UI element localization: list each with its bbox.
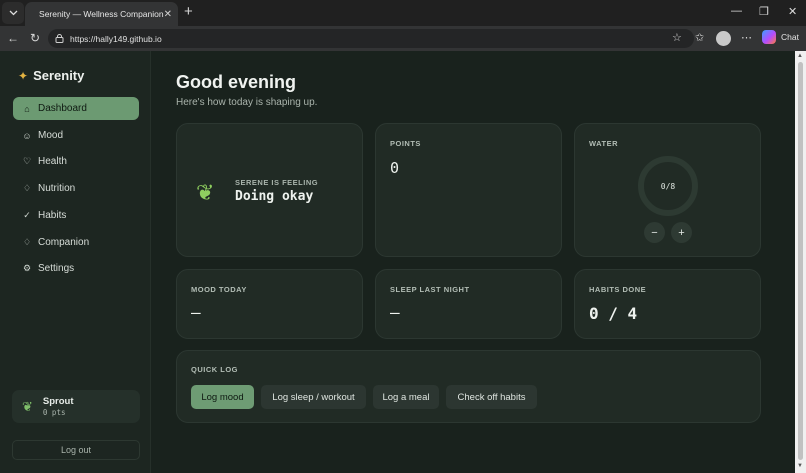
sleep-label: SLEEP LAST NIGHT: [390, 285, 470, 294]
page-subtitle: Here's how today is shaping up.: [176, 97, 318, 108]
more-options-icon[interactable]: ⋯: [741, 32, 752, 44]
scroll-up-icon[interactable]: ▲: [797, 53, 803, 59]
drop-icon: ♢: [22, 237, 32, 247]
points-card: POINTS 0: [375, 123, 562, 257]
water-count: 0/8: [660, 181, 676, 191]
brand[interactable]: ✦ Serenity: [18, 68, 84, 83]
water-label: WATER: [589, 139, 619, 148]
quick-log-label: QUICK LOG: [191, 365, 238, 374]
sidebar-item-label: Habits: [38, 210, 67, 221]
water-decrement-button[interactable]: −: [644, 222, 665, 243]
close-tab-icon[interactable]: ✕: [164, 9, 172, 20]
points-label: POINTS: [390, 139, 421, 148]
sidebar-item-health[interactable]: ♡ Health: [13, 150, 139, 173]
heart-icon: ♡: [22, 156, 32, 166]
points-value: 0: [390, 159, 400, 177]
check-circle-icon: ✓: [23, 210, 31, 220]
close-window-icon[interactable]: ✕: [788, 5, 797, 18]
sidebar-item-mood[interactable]: ☺ Mood: [13, 124, 139, 147]
profile-avatar[interactable]: [716, 31, 731, 46]
reload-icon[interactable]: ↻: [30, 32, 40, 44]
sidebar-item-label: Nutrition: [38, 183, 76, 194]
water-increment-button[interactable]: +: [671, 222, 692, 243]
sidebar-item-dashboard[interactable]: ⌂ Dashboard: [13, 97, 139, 120]
log-meal-button[interactable]: Log a meal: [373, 385, 439, 409]
user-points: 0 pts: [42, 408, 66, 417]
sleep-card: SLEEP LAST NIGHT —: [375, 269, 562, 339]
habits-label: HABITS DONE: [589, 285, 647, 294]
habits-value: 0 / 4: [589, 304, 638, 323]
favorites-icon[interactable]: ✩: [695, 32, 704, 44]
minimize-icon[interactable]: —: [731, 5, 742, 17]
mood-label: MOOD TODAY: [191, 285, 247, 294]
log-sleep-workout-button[interactable]: Log sleep / workout: [261, 385, 366, 409]
back-icon[interactable]: ←: [7, 32, 19, 44]
sidebar-item-nutrition[interactable]: ♢ Nutrition: [13, 177, 139, 200]
sidebar-item-settings[interactable]: ⚙ Settings: [13, 257, 139, 280]
gear-icon: ⚙: [22, 263, 32, 273]
tab-title: Serenity — Wellness Companion: [39, 9, 164, 19]
sidebar-item-label: Companion: [38, 237, 90, 248]
new-tab-icon[interactable]: +: [184, 4, 193, 20]
habits-card: HABITS DONE 0 / 4: [574, 269, 761, 339]
restore-icon[interactable]: ❐: [759, 5, 769, 18]
url-text: https://hally149.github.io: [70, 33, 162, 44]
logout-button[interactable]: Log out: [12, 440, 140, 460]
sleep-value: —: [390, 303, 400, 322]
mood-card: MOOD TODAY —: [176, 269, 363, 339]
url-field[interactable]: https://hally149.github.io: [48, 29, 694, 48]
brand-name: Serenity: [33, 68, 85, 83]
water-progress-ring: 0/8: [638, 156, 698, 216]
scroll-down-icon[interactable]: ▼: [797, 463, 803, 469]
smile-icon: ☺: [22, 130, 32, 141]
leaf-icon: ❦: [196, 180, 215, 205]
sidebar-item-label: Dashboard: [38, 103, 87, 114]
sidebar-item-companion[interactable]: ♢ Companion: [13, 231, 139, 254]
mood-value: —: [191, 303, 201, 322]
browser-tab[interactable]: Serenity — Wellness Companion ✕: [25, 2, 178, 26]
water-card: WATER 0/8 − +: [574, 123, 761, 257]
sidebar-item-habits[interactable]: ✓ Habits: [13, 204, 139, 227]
address-bar: ← ↻ https://hally149.github.io ☆ ✩ ⋯ Cha…: [0, 26, 806, 51]
sidebar-item-label: Health: [38, 156, 67, 167]
user-card[interactable]: ❦ Sprout 0 pts: [12, 390, 140, 423]
sidebar-item-label: Settings: [38, 263, 75, 274]
feeling-value: Doing okay: [235, 189, 314, 204]
feeling-label: SERENE IS FEELING: [235, 178, 319, 187]
page-title: Good evening: [176, 72, 297, 92]
flame-icon: ♢: [22, 183, 32, 193]
sidebar: ✦ Serenity ⌂ Dashboard ☺ Mood ♡ Health ♢ Nutrit…: [0, 51, 151, 473]
check-off-habits-button[interactable]: Check off habits: [446, 385, 537, 409]
sidebar-item-label: Mood: [38, 130, 64, 141]
copilot-chat-button[interactable]: Chat: [762, 30, 799, 44]
copilot-icon: [762, 30, 776, 44]
site-info-icon[interactable]: [55, 34, 64, 43]
tab-actions-menu-icon[interactable]: [2, 2, 24, 24]
chat-label: Chat: [781, 32, 799, 42]
feeling-card: ❦ SERENE IS FEELING Doing okay: [176, 123, 363, 257]
home-icon: ⌂: [24, 103, 30, 114]
favorite-star-icon[interactable]: ☆: [672, 32, 682, 44]
scrollbar-thumb[interactable]: [798, 62, 803, 460]
sparkle-icon: ✦: [18, 68, 29, 83]
app: ✦ Serenity ⌂ Dashboard ☺ Mood ♡ Health ♢ Nutrit…: [0, 51, 795, 473]
quick-log-card: QUICK LOG Log mood Log sleep / workout L…: [176, 350, 761, 423]
user-name: Sprout: [42, 396, 74, 407]
log-mood-button[interactable]: Log mood: [191, 385, 254, 409]
sprout-icon: ❦: [22, 398, 33, 414]
